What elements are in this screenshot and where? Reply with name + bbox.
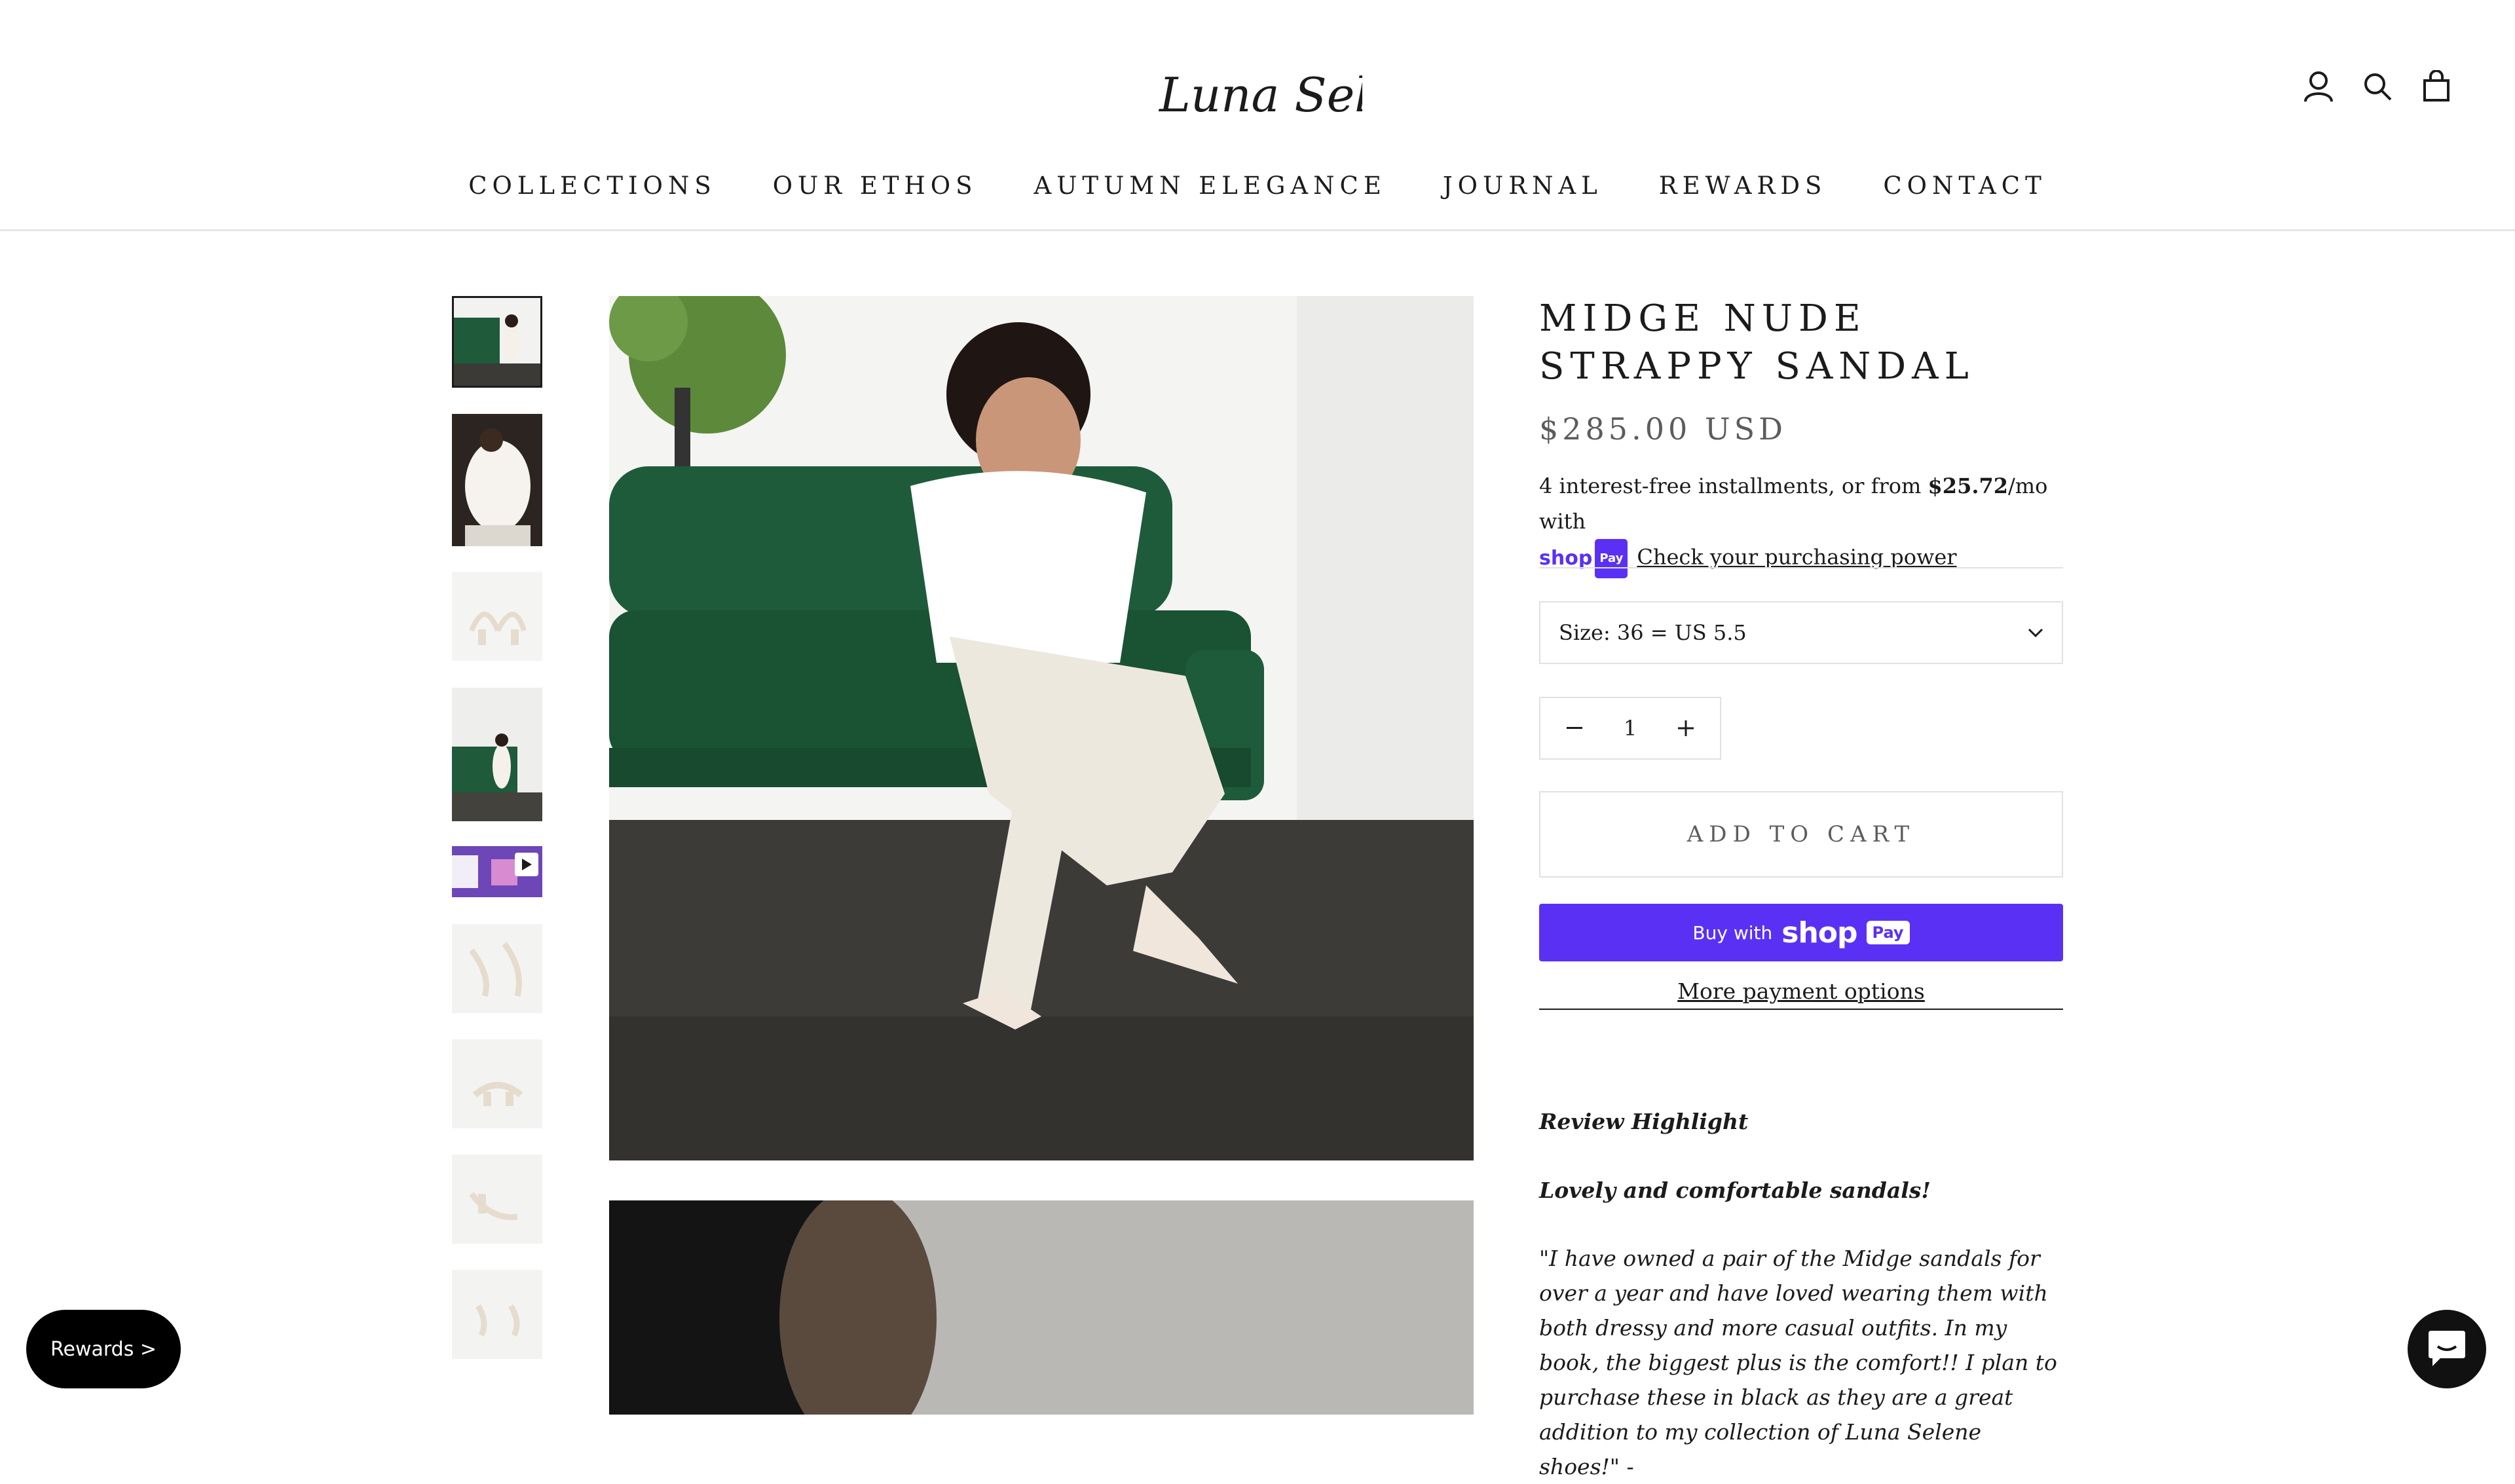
shop-pay-shop-word: shop <box>1781 916 1857 950</box>
nav-collections[interactable]: COLLECTIONS <box>468 172 716 204</box>
shop-pay-pay-word: Pay <box>1866 921 1910 944</box>
shop-word: shop <box>1539 547 1593 570</box>
quantity-value[interactable]: 1 <box>1624 716 1637 741</box>
buy-with-shop-pay-button[interactable]: Buy with shop Pay <box>1539 904 2063 961</box>
installments-info: 4 interest-free installments, or from $2… <box>1539 468 2076 578</box>
chat-icon <box>2429 1331 2465 1366</box>
main-nav: COLLECTIONS OUR ETHOS AUTUMN ELEGANCE JO… <box>0 172 2515 204</box>
product-title: MIDGE NUDE STRAPPY SANDAL <box>1539 297 1975 388</box>
logo-text: Luna Selene <box>1158 67 1362 122</box>
review-body: "I have owned a pair of the Midge sandal… <box>1539 1246 2057 1479</box>
quantity-decrease-button[interactable] <box>1555 709 1594 748</box>
thumbnail-2[interactable] <box>452 414 542 546</box>
buy-with-label: Buy with <box>1692 921 1773 944</box>
thumbnail-3[interactable] <box>452 572 542 661</box>
installments-prefix: 4 interest-free installments, or from <box>1539 473 1928 498</box>
brand-logo[interactable]: Luna Selene <box>1153 38 1456 136</box>
plus-icon <box>1677 720 1694 736</box>
product-second-image[interactable] <box>609 1200 1474 1415</box>
nav-our-ethos[interactable]: OUR ETHOS <box>773 172 978 204</box>
nav-rewards[interactable]: REWARDS <box>1659 172 1827 204</box>
thumbnail-5-video[interactable] <box>452 846 542 897</box>
info-divider <box>1539 567 2063 568</box>
check-purchasing-power-link[interactable]: Check your purchasing power <box>1637 545 1956 570</box>
review-title: Lovely and comfortable sandals! <box>1539 1178 1931 1203</box>
installments-amount: $25.72 <box>1928 473 2008 498</box>
thumbnail-4[interactable] <box>452 688 542 821</box>
more-payment-options-link[interactable]: More payment options <box>1539 978 2063 1010</box>
shop-pay-logo-icon: shop Pay <box>1539 539 1628 578</box>
header-divider <box>0 229 2515 231</box>
minus-icon <box>1567 727 1583 729</box>
nav-contact[interactable]: CONTACT <box>1883 172 2046 204</box>
product-price: $285.00 USD <box>1539 411 1787 447</box>
search-icon[interactable] <box>2357 65 2398 107</box>
add-to-cart-button[interactable]: ADD TO CART <box>1539 791 2063 878</box>
thumbnail-9[interactable] <box>452 1270 542 1359</box>
account-icon[interactable] <box>2298 65 2339 107</box>
review-highlight-heading: Review Highlight <box>1539 1109 1749 1134</box>
nav-journal[interactable]: JOURNAL <box>1443 172 1603 204</box>
thumbnail-7[interactable] <box>452 1039 542 1128</box>
cart-icon[interactable] <box>2415 65 2457 107</box>
size-select[interactable]: Size: 36 = US 5.5 <box>1539 601 2063 664</box>
nav-autumn-elegance[interactable]: AUTUMN ELEGANCE <box>1034 172 1386 204</box>
thumbnail-6[interactable] <box>452 924 542 1013</box>
rewards-launcher-button[interactable]: Rewards > <box>26 1310 181 1388</box>
chevron-down-icon <box>2028 628 2043 637</box>
size-select-value: Size: 36 = US 5.5 <box>1559 620 1747 645</box>
play-icon <box>515 853 538 876</box>
quantity-stepper: 1 <box>1539 697 1721 760</box>
quantity-increase-button[interactable] <box>1666 709 1705 748</box>
pay-word: Pay <box>1595 539 1628 578</box>
product-main-image[interactable] <box>609 296 1474 1160</box>
thumbnail-1[interactable] <box>452 296 542 388</box>
thumbnail-8[interactable] <box>452 1155 542 1244</box>
chat-button[interactable] <box>2408 1310 2486 1388</box>
